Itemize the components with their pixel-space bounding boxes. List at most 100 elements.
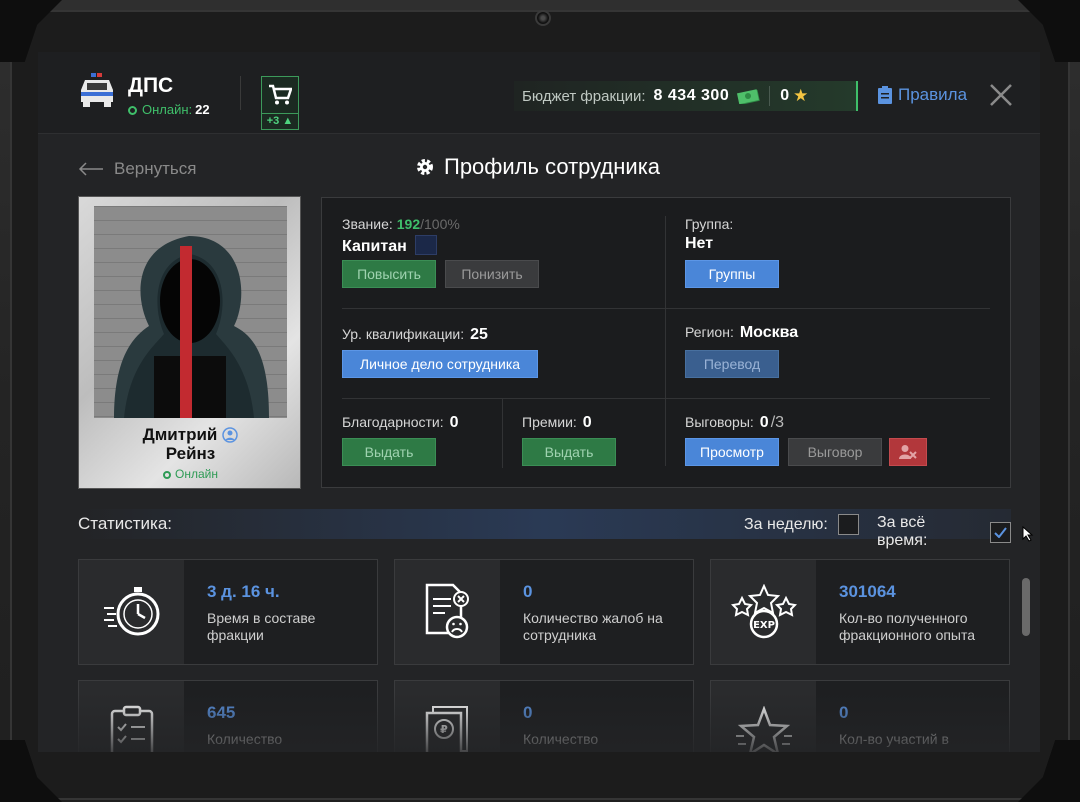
budget-divider [769, 86, 771, 106]
stat-card: ₽ 0 Количество [394, 680, 694, 752]
region-label: Регион: [685, 324, 734, 340]
user-icon [222, 426, 239, 443]
first-name: Дмитрий [142, 425, 218, 444]
reprimands-max: /3 [770, 414, 785, 431]
stopwatch-icon [103, 587, 159, 636]
employee-photo-card: Дмитрий Рейнз Онлайн [78, 196, 301, 489]
rules-label: Правила [898, 85, 968, 104]
close-icon[interactable] [988, 82, 1014, 108]
rank-insignia-icon [414, 235, 437, 255]
thanks-row: Благодарности: 0 [342, 414, 459, 432]
scrollbar-thumb[interactable] [1022, 578, 1030, 636]
reprimands-row: Выговоры: 0/3 [685, 414, 784, 432]
star-icon [735, 706, 792, 752]
all-time-label: За всё время: [877, 514, 928, 549]
region-value: Москва [739, 324, 799, 341]
gear-icon [417, 159, 433, 175]
rank-label: Звание: [342, 216, 393, 232]
give-thanks-button[interactable]: Выдать [342, 438, 436, 466]
back-button[interactable]: Вернуться [78, 159, 197, 179]
screen: ДПС Онлайн: 22 +3 ▲ Бюджет фракции: 8 434… [38, 52, 1040, 752]
stat-value: 0 [523, 703, 533, 722]
complaint-icon [425, 583, 469, 639]
divider [342, 308, 990, 309]
qualification-value: 25 [470, 326, 488, 343]
employee-photo [94, 206, 287, 418]
budget-label: Бюджет фракции: [522, 87, 646, 105]
stat-icon-box [711, 681, 816, 752]
stat-description: Количество [523, 731, 599, 747]
all-time-checkbox[interactable] [990, 521, 1011, 543]
week-filter[interactable]: За неделю: [744, 514, 859, 535]
promote-button[interactable]: Повысить [342, 260, 436, 288]
stat-description: Кол-во участий в [839, 731, 949, 747]
group-value: Нет [685, 235, 714, 252]
cart-icon [269, 84, 292, 105]
stat-value: 645 [207, 703, 236, 722]
transfer-button[interactable]: Перевод [685, 350, 779, 378]
thanks-value: 0 [449, 414, 459, 431]
stats-title: Статистика: [78, 514, 173, 533]
stat-icon-box: EXP [711, 560, 816, 664]
online-label: Онлайн: [142, 102, 193, 117]
groups-button[interactable]: Группы [685, 260, 779, 288]
week-label: За неделю: [744, 515, 828, 533]
week-checkbox[interactable] [837, 514, 859, 535]
budget-panel: Бюджет фракции: 8 434 300 0 ★ [514, 81, 858, 111]
online-dot-icon [163, 471, 172, 479]
svg-text:EXP: EXP [753, 620, 775, 631]
reprimands-value: 0 [759, 414, 769, 431]
stat-description: Количество [207, 731, 283, 747]
stat-card: 0 Кол-во участий в [710, 680, 1010, 752]
police-car-icon [81, 73, 113, 107]
money-icon [737, 89, 761, 104]
back-label: Вернуться [114, 159, 197, 178]
stat-value: 0 [839, 703, 849, 722]
stat-value: 3 д. 16 ч. [207, 582, 280, 601]
group-label: Группа: [685, 216, 734, 232]
employee-status: Онлайн [79, 467, 302, 481]
divider [665, 216, 666, 466]
stat-description: Количество жалоб на сотрудника [523, 610, 663, 643]
divider [342, 398, 990, 399]
stat-card: 645 Количество [78, 680, 378, 752]
header-divider [240, 76, 241, 110]
stat-icon-box [79, 560, 184, 664]
qualification-row: Ур. квалификации: 25 [342, 326, 488, 344]
stat-value: 0 [523, 582, 533, 601]
stats-header: Статистика: За неделю: За всё время: [78, 509, 1011, 549]
stat-card: 0 Количество жалоб на сотрудника [394, 559, 694, 665]
employee-info-panel: Звание: 192/100% Капитан Повысить Понизит… [321, 197, 1011, 488]
qualification-label: Ур. квалификации: [342, 326, 465, 342]
fire-employee-button[interactable] [889, 438, 927, 466]
header: ДПС Онлайн: 22 +3 ▲ Бюджет фракции: 8 434… [38, 52, 1040, 134]
last-name: Рейнз [165, 444, 216, 463]
stat-icon-box [79, 681, 184, 752]
page-title: Профиль сотрудника [416, 154, 660, 180]
stat-icon-box: ₽ [395, 681, 500, 752]
clipboard-icon [110, 705, 153, 752]
faction-name: ДПС [128, 74, 174, 97]
demote-button[interactable]: Понизить [445, 260, 539, 288]
star-icon: ★ [793, 86, 809, 105]
bonus-value: 0 [582, 414, 592, 431]
give-bonus-button[interactable]: Выдать [522, 438, 616, 466]
budget-value: 8 434 300 [653, 87, 730, 104]
bonus-row: Премии: 0 [522, 414, 592, 432]
cart-badge-value: +3 [266, 115, 280, 127]
online-status: Онлайн: 22 [128, 102, 210, 117]
thanks-label: Благодарности: [342, 414, 444, 430]
reprimand-button[interactable]: Выговор [788, 438, 882, 466]
personal-file-button[interactable]: Личное дело сотрудника [342, 350, 538, 378]
all-time-filter[interactable]: За всё время: [877, 514, 1011, 550]
employee-name: Дмитрий Рейнз [79, 425, 302, 463]
shop-button[interactable]: +3 ▲ [261, 76, 299, 130]
rank-progress-max: /100% [420, 216, 460, 232]
online-dot-icon [128, 106, 137, 115]
stat-description: Кол-во полученного фракционного опыта [839, 610, 976, 643]
view-reprimands-button[interactable]: Просмотр [685, 438, 779, 466]
rank-label-row: Звание: 192/100% [342, 216, 460, 232]
mouse-cursor-icon [1022, 526, 1034, 542]
divider [502, 398, 503, 468]
rules-link[interactable]: Правила [878, 85, 967, 105]
